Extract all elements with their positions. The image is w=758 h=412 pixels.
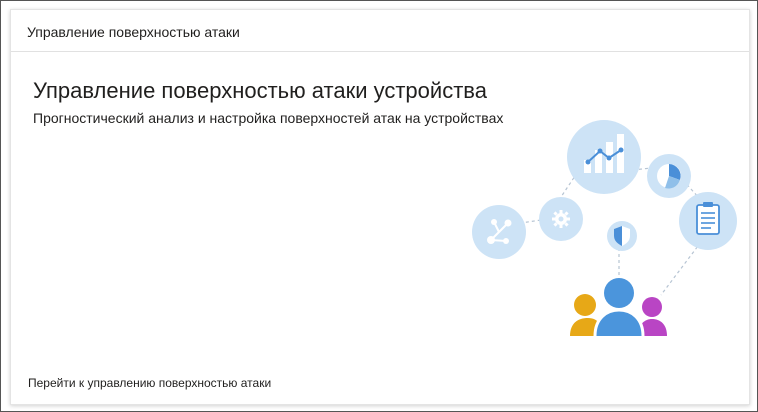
hero-subtitle: Прогностический анализ и настройка повер… bbox=[33, 110, 504, 126]
network-icon bbox=[472, 205, 526, 259]
attack-surface-illustration bbox=[461, 110, 741, 340]
pie-chart-icon bbox=[647, 154, 691, 198]
chart-icon bbox=[567, 120, 641, 194]
gear-icon bbox=[539, 197, 583, 241]
shield-icon bbox=[607, 221, 637, 251]
card-header: Управление поверхностью атаки bbox=[11, 10, 749, 52]
attack-surface-card: Управление поверхностью атаки Управление… bbox=[10, 9, 750, 405]
document-icon bbox=[679, 192, 737, 250]
window-frame: Управление поверхностью атаки Управление… bbox=[0, 0, 758, 412]
card-title: Управление поверхностью атаки bbox=[27, 24, 240, 40]
go-to-attack-surface-link[interactable]: Перейти к управлению поверхностью атаки bbox=[28, 376, 271, 390]
people-icon bbox=[570, 278, 667, 337]
hero-title: Управление поверхностью атаки устройства bbox=[33, 78, 487, 103]
